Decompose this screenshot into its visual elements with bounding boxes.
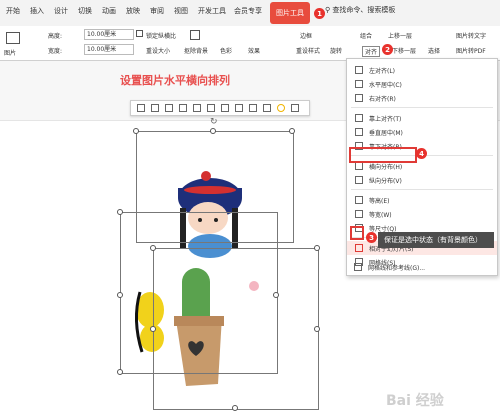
img-to-text-button[interactable]: 图片转文字 — [456, 31, 486, 40]
resize-handle[interactable] — [117, 292, 123, 298]
resize-handle[interactable] — [314, 245, 320, 251]
remove-bg-button[interactable]: 抠除背景 — [184, 46, 208, 55]
border-button[interactable]: 边框 — [300, 31, 312, 40]
lock-ratio-label: 锁定纵横比 — [146, 33, 177, 40]
menu-item-distribute-vertical[interactable]: 纵向分布(V) — [347, 173, 497, 187]
ungroup-icon[interactable] — [263, 104, 271, 112]
tab-developer[interactable]: 开发工具 — [198, 6, 226, 16]
slide-relative-icon — [355, 244, 363, 252]
search-label: 查找命令、搜索模板 — [332, 6, 396, 14]
step-badge-1: 1 — [314, 8, 325, 19]
width-label: 宽度: — [48, 48, 63, 55]
bulb-icon[interactable] — [277, 104, 285, 112]
resize-handle[interactable] — [133, 128, 139, 134]
resize-handle[interactable] — [150, 326, 156, 332]
rotate-handle-icon[interactable]: ↻ — [210, 117, 218, 127]
watermark-logo: Bai 经验 — [386, 393, 444, 409]
align-middle-icon[interactable] — [193, 104, 201, 112]
tab-member[interactable]: 会员专享 — [234, 6, 262, 16]
ribbon-tab-bar: 开始 插入 设计 切换 动画 放映 审阅 视图 开发工具 会员专享 图片工具 1… — [0, 0, 500, 27]
step-badge-2: 2 — [382, 44, 393, 55]
menu-item-align-center[interactable]: 水平居中(C) — [347, 77, 497, 91]
reset-size-button[interactable]: 重设大小 — [146, 46, 170, 55]
align-right-icon — [355, 94, 363, 102]
align-left-icon — [355, 66, 363, 74]
menu-divider — [351, 189, 493, 190]
tab-home[interactable]: 开始 — [6, 6, 20, 16]
tab-slideshow[interactable]: 放映 — [126, 6, 140, 16]
resize-handle[interactable] — [117, 209, 123, 215]
menu-item-align-top[interactable]: 靠上对齐(T) — [347, 111, 497, 125]
group-icon[interactable] — [249, 104, 257, 112]
distribute-horizontal-icon — [355, 162, 363, 170]
menu-item-align-right[interactable]: 右对齐(R) — [347, 91, 497, 105]
reset-style-button[interactable]: 重设样式 — [296, 46, 320, 55]
rotate-button[interactable]: 旋转 — [330, 46, 342, 55]
bring-forward-button[interactable]: 上移一层 — [388, 31, 412, 40]
grid-guides-icon — [354, 263, 362, 271]
resize-handle[interactable] — [289, 128, 295, 134]
resize-handle[interactable] — [150, 245, 156, 251]
picture-icon[interactable] — [6, 32, 20, 44]
tab-animation[interactable]: 动画 — [102, 6, 116, 16]
same-height-icon — [355, 196, 363, 204]
slide-title: 设置图片水平横向排列 — [120, 74, 230, 87]
color-button[interactable]: 色彩 — [220, 46, 232, 55]
resize-handle[interactable] — [273, 292, 279, 298]
highlight-distribute-horizontal — [349, 147, 417, 163]
search-command[interactable]: ⚲ 查找命令、搜索模板 — [325, 5, 395, 15]
step-badge-4: 4 — [416, 148, 427, 159]
menu-item-same-height[interactable]: 等高(E) — [347, 193, 497, 207]
align-top-icon[interactable] — [179, 104, 187, 112]
align-top-icon — [355, 114, 363, 122]
select-button[interactable]: 选择 — [428, 46, 440, 55]
picture-label: 图片 — [4, 50, 17, 57]
width-input[interactable]: 10.00厘米 — [84, 44, 134, 55]
tab-picture-tools[interactable]: 图片工具 — [270, 2, 310, 24]
same-width-icon — [355, 210, 363, 218]
img-to-pdf-button[interactable]: 图片转PDF — [456, 46, 486, 55]
tab-view[interactable]: 视图 — [174, 6, 188, 16]
remove-bg-icon — [190, 30, 200, 40]
align-left-icon[interactable] — [137, 104, 145, 112]
tooltip: 保证是选中状态（有背景颜色） — [378, 232, 494, 248]
picture-toolbar: 图片 高度: 10.00厘米 宽度: 10.00厘米 锁定纵横比 重设大小 抠除… — [0, 26, 500, 61]
height-label: 高度: — [48, 33, 63, 40]
align-bottom-icon[interactable] — [207, 104, 215, 112]
resize-handle[interactable] — [117, 369, 123, 375]
menu-item-same-width[interactable]: 等宽(W) — [347, 207, 497, 221]
align-center-icon[interactable] — [151, 104, 159, 112]
resize-handle[interactable] — [210, 128, 216, 134]
height-input[interactable]: 10.00厘米 — [84, 29, 134, 40]
tab-review[interactable]: 审阅 — [150, 6, 164, 16]
step-badge-3: 3 — [366, 232, 377, 243]
menu-divider — [351, 107, 493, 108]
effect-button[interactable]: 效果 — [248, 46, 260, 55]
align-middle-icon — [355, 128, 363, 136]
resize-handle[interactable] — [314, 326, 320, 332]
menu-item-align-middle[interactable]: 垂直居中(M) — [347, 125, 497, 139]
align-right-icon[interactable] — [165, 104, 173, 112]
resize-handle[interactable] — [232, 405, 238, 411]
lock-ratio-checkbox[interactable] — [136, 30, 143, 37]
align-center-icon — [355, 80, 363, 88]
align-button[interactable]: 对齐 — [362, 46, 381, 57]
highlight-relative-to-slide — [350, 226, 364, 240]
menu-item-gridlines-and-guides[interactable]: 网格线和参考线(G)... — [346, 260, 496, 274]
distribute-h-icon[interactable] — [221, 104, 229, 112]
search-icon: ⚲ — [325, 6, 331, 14]
combine-button[interactable]: 组合 — [360, 31, 372, 40]
tab-design[interactable]: 设计 — [54, 6, 68, 16]
send-backward-button[interactable]: 下移一层 — [392, 46, 416, 55]
distribute-vertical-icon — [355, 176, 363, 184]
more-icon[interactable] — [291, 104, 299, 112]
selection-box-3[interactable] — [153, 248, 319, 410]
distribute-v-icon[interactable] — [235, 104, 243, 112]
menu-item-align-left[interactable]: 左对齐(L) — [347, 63, 497, 77]
tab-transition[interactable]: 切换 — [78, 6, 92, 16]
quick-align-toolbar — [130, 100, 310, 116]
tab-insert[interactable]: 插入 — [30, 6, 44, 16]
